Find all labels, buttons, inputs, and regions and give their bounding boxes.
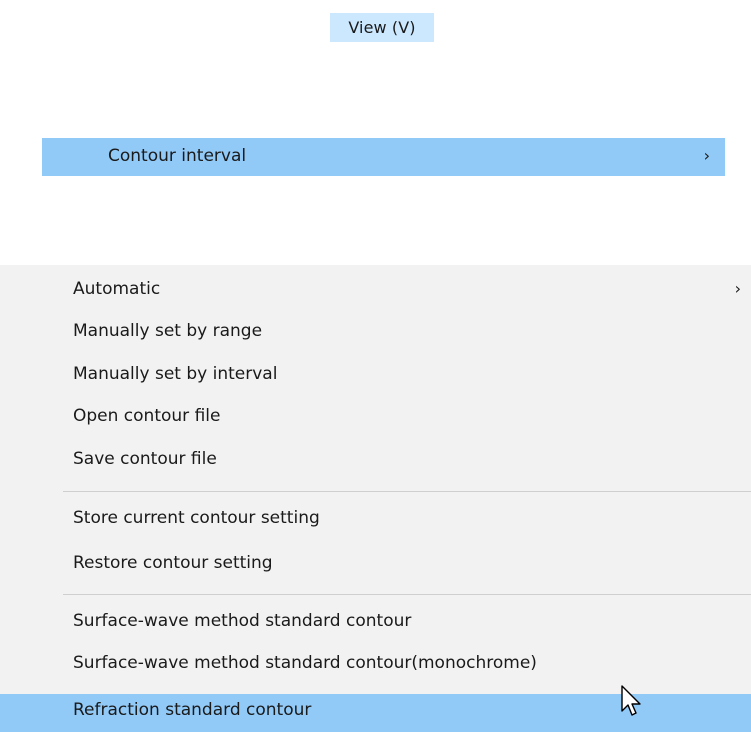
menu-item-label: Save contour file bbox=[73, 449, 217, 469]
menu-item-label: Store current contour setting bbox=[73, 508, 320, 528]
contour-interval-submenu: Automatic › Manually set by range Manual… bbox=[0, 265, 751, 706]
menu-item-label: Open contour file bbox=[73, 406, 221, 426]
menu-item-open-contour-file[interactable]: Open contour file bbox=[0, 399, 751, 437]
mouse-pointer-icon bbox=[621, 685, 641, 716]
menu-item-manual-interval[interactable]: Manually set by interval bbox=[0, 357, 751, 395]
view-menu[interactable]: View (V) bbox=[330, 13, 434, 42]
menu-item-label: Surface-wave method standard contour(mon… bbox=[73, 653, 537, 673]
menu-separator bbox=[63, 491, 751, 492]
chevron-right-icon: › bbox=[703, 146, 710, 165]
menu-item-restore-setting[interactable]: Restore contour setting bbox=[0, 546, 751, 584]
menu-item-label: Manually set by interval bbox=[73, 364, 278, 384]
menu-item-label: Manually set by range bbox=[73, 321, 263, 341]
menu-item-manual-range[interactable]: Manually set by range bbox=[0, 314, 751, 352]
chevron-right-icon: › bbox=[734, 279, 741, 298]
menu-item-surface-wave-monochrome[interactable]: Surface-wave method standard contour(mon… bbox=[0, 646, 751, 684]
menu-item-label: Automatic bbox=[73, 279, 161, 299]
view-menu-label: View (V) bbox=[348, 18, 416, 37]
menu-separator bbox=[63, 594, 751, 595]
menu-item-label: Contour interval bbox=[108, 146, 247, 166]
menu-item-label: Refraction standard contour bbox=[73, 700, 312, 720]
menu-item-contour-interval[interactable]: Contour interval › bbox=[42, 138, 725, 176]
menu-item-automatic[interactable]: Automatic › bbox=[0, 272, 751, 310]
menu-item-save-contour-file[interactable]: Save contour file bbox=[0, 442, 751, 480]
menu-item-label: Surface-wave method standard contour bbox=[73, 611, 412, 631]
menu-item-store-setting[interactable]: Store current contour setting bbox=[0, 501, 751, 539]
menu-item-surface-wave-standard[interactable]: Surface-wave method standard contour bbox=[0, 604, 751, 642]
menu-item-label: Restore contour setting bbox=[73, 553, 273, 573]
